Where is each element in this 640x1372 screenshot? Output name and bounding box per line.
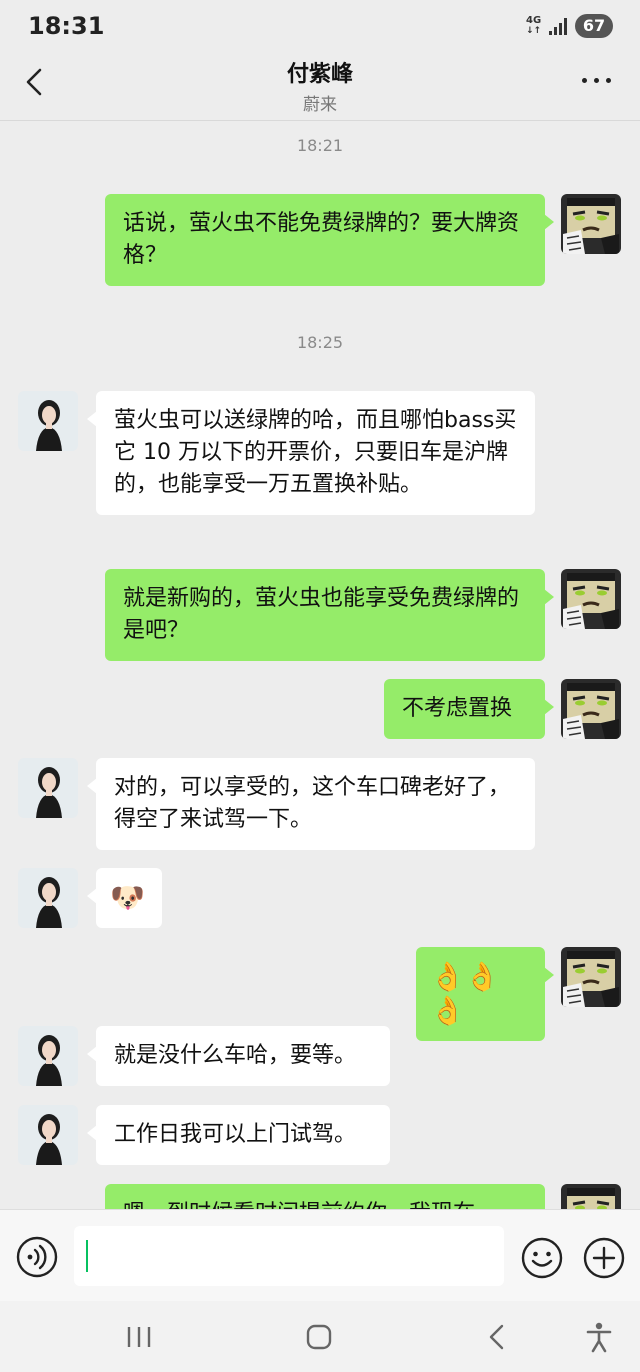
contact-avatar[interactable] <box>18 758 78 818</box>
recent-apps-icon[interactable] <box>126 1323 152 1351</box>
my-avatar[interactable] <box>561 194 621 254</box>
cartoon-face-icon <box>561 1184 621 1209</box>
message-bubble-received[interactable]: 🐶 <box>87 868 162 928</box>
message-bubble-sent[interactable]: 就是新购的，萤火虫也能享受免费绿牌的是吧？ <box>105 569 554 661</box>
network-indicator: 4G ↓↑ <box>526 15 542 37</box>
cartoon-face-icon <box>561 679 621 739</box>
timestamp: 18:21 <box>296 136 344 155</box>
message-bubble-received[interactable]: 萤火虫可以送绿牌的哈，而且哪怕bass买它 10 万以下的开票价，只要旧车是沪牌… <box>87 391 535 515</box>
message-list[interactable]: 18:21 话说，萤火虫不能免费绿牌的？要大牌资格？ 18:25 萤火虫可以送绿… <box>0 121 640 1209</box>
cartoon-face-icon <box>561 947 621 1007</box>
message-input[interactable] <box>74 1226 504 1286</box>
message-bubble-received[interactable]: 对的，可以享受的，这个车口碑老好了，得空了来试驾一下。 <box>87 758 535 850</box>
cartoon-face-icon <box>561 194 621 254</box>
data-arrows-icon: ↓↑ <box>526 26 542 36</box>
home-icon[interactable] <box>305 1323 333 1351</box>
cartoon-face-icon <box>561 569 621 629</box>
text-caret <box>86 1240 88 1272</box>
contact-avatar[interactable] <box>18 868 78 928</box>
message-bubble-sent[interactable]: 不考虑置换 <box>384 679 554 739</box>
battery-indicator: 67 <box>575 14 613 38</box>
accessibility-icon[interactable] <box>585 1321 613 1353</box>
message-bubble-sent[interactable]: 👌👌👌 <box>416 947 554 1041</box>
chat-subtitle: 蔚来 <box>303 95 337 115</box>
person-photo-icon <box>18 1105 78 1165</box>
emoji-icon[interactable] <box>520 1236 564 1280</box>
message-bubble-sent[interactable]: 嗯，到时候看时间提前约你，我现在 <box>105 1184 545 1209</box>
back-nav-icon[interactable] <box>486 1323 508 1351</box>
message-bubble-sent[interactable]: 话说，萤火虫不能免费绿牌的？要大牌资格？ <box>105 194 554 286</box>
person-photo-icon <box>18 868 78 928</box>
status-time: 18:31 <box>28 12 105 40</box>
plus-icon[interactable] <box>582 1236 626 1280</box>
system-nav-bar <box>0 1301 640 1372</box>
my-avatar[interactable] <box>561 1184 621 1209</box>
person-photo-icon <box>18 758 78 818</box>
person-photo-icon <box>18 391 78 451</box>
chat-title: 付紫峰 <box>286 62 353 87</box>
my-avatar[interactable] <box>561 569 621 629</box>
my-avatar[interactable] <box>561 679 621 739</box>
signal-icon <box>549 17 569 35</box>
timestamp: 18:25 <box>296 333 344 352</box>
person-photo-icon <box>18 1026 78 1086</box>
my-avatar[interactable] <box>561 947 621 1007</box>
contact-avatar[interactable] <box>18 391 78 451</box>
chat-header: 付紫峰 蔚来 <box>0 54 640 121</box>
contact-avatar[interactable] <box>18 1026 78 1086</box>
more-dots-icon[interactable] <box>580 76 614 86</box>
message-bubble-received[interactable]: 就是没什么车哈，要等。 <box>87 1026 390 1086</box>
message-bubble-received[interactable]: 工作日我可以上门试驾。 <box>87 1105 390 1165</box>
status-bar: 18:31 4G ↓↑ 67 <box>0 0 640 54</box>
contact-avatar[interactable] <box>18 1105 78 1165</box>
voice-icon[interactable] <box>16 1236 58 1278</box>
network-type: 4G <box>526 15 542 26</box>
input-bar <box>0 1209 640 1302</box>
